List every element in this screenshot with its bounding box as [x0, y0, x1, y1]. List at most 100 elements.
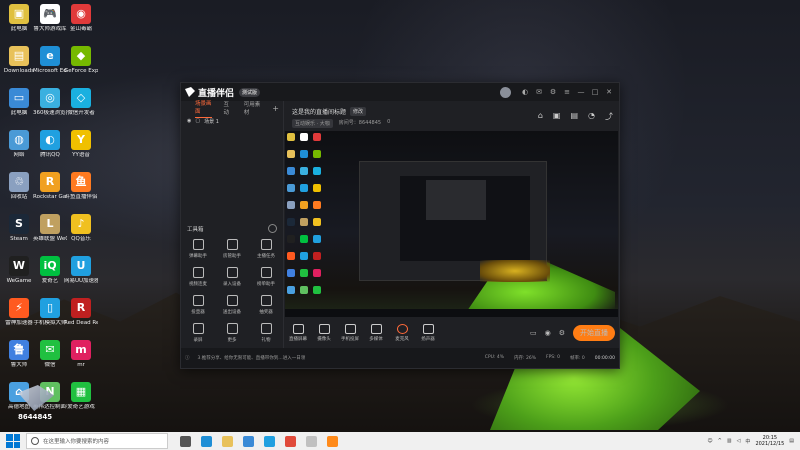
media-button[interactable]: 多媒体: [363, 324, 389, 342]
network-icon[interactable]: ▥: [727, 438, 732, 444]
desktop-icon[interactable]: 鲁鲁大师: [2, 340, 36, 368]
desktop-icon[interactable]: ▯ 手机模拟大师: [33, 298, 67, 326]
tool-item[interactable]: 投壶器: [181, 295, 215, 315]
desktop-icon[interactable]: ⚡ 雷神加速器: [2, 298, 36, 326]
desktop-icon[interactable]: ♲ 回收站: [2, 172, 36, 200]
chevron-up-icon[interactable]: ^: [718, 438, 722, 444]
share-icon[interactable]: ⤴: [605, 111, 613, 122]
desktop-icon[interactable]: ▣ 此电脑: [2, 4, 36, 32]
desktop-icon[interactable]: S Steam: [2, 214, 36, 242]
tool-item[interactable]: 更多: [215, 323, 249, 343]
desktop-icon[interactable]: ◆ GeForce Experience: [64, 46, 98, 74]
category-badge[interactable]: 互动娱乐 · 大咖: [292, 119, 333, 128]
tab-interact[interactable]: 互动: [224, 100, 232, 116]
desktop-icon[interactable]: e Microsoft Edge: [33, 46, 67, 74]
message-icon[interactable]: ✉: [535, 88, 543, 96]
tool-item[interactable]: 抽奖器: [249, 295, 283, 315]
skin-icon[interactable]: ◐: [521, 88, 529, 96]
taskbar-app-explorer-icon[interactable]: [222, 435, 233, 447]
desktop-icon[interactable]: ▭ 此电脑: [2, 88, 36, 116]
user-avatar[interactable]: [500, 86, 511, 98]
shop-icon[interactable]: ▣: [553, 111, 561, 122]
lock-icon[interactable]: ▢: [195, 118, 200, 125]
tool-item[interactable]: 视频连麦: [181, 267, 215, 287]
desktop-icon[interactable]: Y YY语音: [64, 130, 98, 158]
camera-button[interactable]: 摄像头: [311, 324, 337, 342]
desktop-icon[interactable]: L 英雄联盟 WeGame版: [33, 214, 67, 242]
desktop-icon[interactable]: R Rockstar Games...: [33, 172, 67, 200]
tool-item[interactable]: 房管助手: [215, 239, 249, 259]
desktop-icon-label: 360极速浏览器: [33, 110, 67, 116]
clock[interactable]: 20:15 2021/12/15: [755, 435, 784, 447]
toolbox-more-icon[interactable]: [268, 224, 277, 233]
desktop-icon[interactable]: ◇ 微信开发者: [64, 88, 98, 116]
notification-icon[interactable]: ▤: [789, 438, 794, 444]
control-label: 手机投屏: [341, 337, 359, 342]
tool-item[interactable]: 录入设备: [215, 267, 249, 287]
phone-cast-button[interactable]: 手机投屏: [337, 324, 363, 342]
desktop-icon[interactable]: ▦ 爱奇艺游戏: [64, 382, 98, 410]
app-icon: 鲁: [9, 340, 29, 360]
taskbar-app-store-icon[interactable]: [243, 435, 254, 447]
edit-title-button[interactable]: 修改: [350, 107, 367, 116]
desktop-icon-label: Rockstar Games...: [33, 194, 67, 200]
room-number: 房间号：8644845: [338, 120, 382, 126]
tool-item[interactable]: 榜单助手: [249, 267, 283, 287]
tool-item[interactable]: 录屏: [181, 323, 215, 343]
pip-icon[interactable]: ▭: [530, 329, 537, 337]
desktop-icon[interactable]: ◉ 金山毒霸: [64, 4, 98, 32]
app-icon: ▭: [9, 88, 29, 108]
desktop-icon[interactable]: U 网易UU加速器: [64, 256, 98, 284]
desktop-icon[interactable]: iQ 爱奇艺: [33, 256, 67, 284]
tab-materials[interactable]: 可用素材: [244, 100, 261, 116]
menu-icon[interactable]: ≡: [563, 88, 571, 96]
preview-eye-icon[interactable]: ◉: [545, 329, 551, 337]
eye-icon[interactable]: ◉: [187, 118, 191, 125]
ime-indicator[interactable]: 中: [745, 438, 750, 445]
people-icon[interactable]: ☺: [707, 438, 712, 444]
taskbar-app-task-view-icon[interactable]: [180, 435, 191, 447]
speaker-button[interactable]: 扬声器: [415, 324, 441, 342]
taskbar-app-qq-icon[interactable]: [264, 435, 275, 447]
screen-capture-button[interactable]: 直播屏幕: [285, 324, 311, 342]
close-icon[interactable]: ✕: [605, 88, 613, 96]
desktop-icon[interactable]: ♪ QQ音乐: [64, 214, 98, 242]
desktop-icon[interactable]: ◎ 360极速浏览器: [33, 88, 67, 116]
desktop-icon[interactable]: ▤ Downloads: [2, 46, 36, 74]
taskbar-app-chrome-icon[interactable]: [285, 435, 296, 447]
taskbar-app-app1-icon[interactable]: [306, 435, 317, 447]
bell-icon[interactable]: ◔: [588, 111, 595, 122]
maximize-icon[interactable]: □: [591, 88, 599, 96]
desktop-icon[interactable]: 🎮 鲁大师游戏库: [33, 4, 67, 32]
task-icon[interactable]: ▤: [570, 111, 578, 122]
desktop-icon[interactable]: ✉ 微信: [33, 340, 67, 368]
start-live-button[interactable]: 开始直播: [573, 325, 615, 341]
status-tip[interactable]: 3.推荐分享、给你无限可能、直播带你到…进入一日领: [198, 355, 306, 361]
minimize-icon[interactable]: —: [577, 88, 585, 96]
add-scene-button[interactable]: +: [272, 104, 279, 113]
tool-item[interactable]: 送出设备: [215, 295, 249, 315]
start-button[interactable]: [6, 434, 20, 448]
room-title[interactable]: 这是我的直播间标题: [292, 107, 346, 116]
tab-scene[interactable]: 场景画面: [195, 99, 212, 118]
volume-icon[interactable]: ◁: [737, 438, 741, 444]
app-icon: U: [71, 256, 91, 276]
desktop-icon[interactable]: ◐ 腾讯QQ: [33, 130, 67, 158]
taskbar-app-edge-icon[interactable]: [201, 435, 212, 447]
settings-icon[interactable]: ⚙: [549, 88, 557, 96]
desktop-icon[interactable]: ◍ 网络: [2, 130, 36, 158]
desktop-icon[interactable]: W WeGame: [2, 256, 36, 284]
tool-item[interactable]: 弹幕助手: [181, 239, 215, 259]
live-preview[interactable]: [285, 131, 618, 317]
tool-item[interactable]: 主播任务: [249, 239, 283, 259]
gift-icon[interactable]: ⌂: [538, 111, 543, 122]
taskbar-app-douyu-icon[interactable]: [327, 435, 338, 447]
desktop-icon[interactable]: m mr: [64, 340, 98, 368]
desktop-icon[interactable]: 鱼斗鱼直播伴侣: [64, 172, 98, 200]
taskbar-search[interactable]: 在这里输入你要搜索的内容: [26, 433, 168, 449]
gear-icon[interactable]: ⚙: [559, 329, 565, 337]
tool-item[interactable]: 礼物: [249, 323, 283, 343]
microphone-button[interactable]: 麦克风: [389, 324, 415, 342]
desktop-icon[interactable]: R Red Dead Redemption: [64, 298, 98, 326]
preview-desktop-icon: [300, 269, 308, 277]
